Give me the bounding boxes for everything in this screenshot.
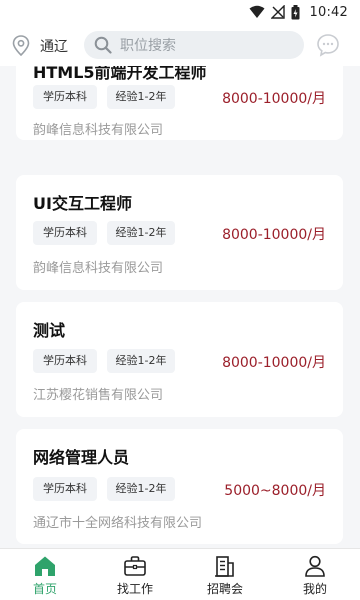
tab-label: 首页 xyxy=(32,582,57,596)
company-name: 韵峰信息科技有限公司 xyxy=(33,123,164,138)
education-tag: 学历本科 xyxy=(33,477,97,501)
battery-icon xyxy=(291,4,300,19)
job-title: HTML5前端开发工程师 xyxy=(33,66,207,82)
job-card[interactable]: 测试 学历本科 经验1-2年 8000-10000/月 江苏樱花销售有限公司 xyxy=(16,302,343,417)
education-tag: 学历本科 xyxy=(33,85,97,109)
company-name: 江苏樱花销售有限公司 xyxy=(33,388,164,403)
job-card[interactable]: HTML5前端开发工程师 学历本科 经验1-2年 8000-10000/月 韵峰… xyxy=(16,66,343,140)
experience-tag: 经验1-2年 xyxy=(107,85,175,109)
job-title: 测试 xyxy=(33,321,66,340)
job-title: 网络管理人员 xyxy=(33,448,130,467)
experience-tag: 经验1-2年 xyxy=(107,221,175,245)
tab-profile[interactable]: 我的 xyxy=(270,549,360,600)
tab-job-fair[interactable]: 招聘会 xyxy=(180,549,270,600)
bottom-tab-bar: 首页 找工作 招聘会 我的 xyxy=(0,548,360,600)
search-input[interactable]: 职位搜索 xyxy=(84,31,304,59)
search-placeholder: 职位搜索 xyxy=(120,38,176,54)
education-tag: 学历本科 xyxy=(33,221,97,245)
status-time: 10:42 xyxy=(309,4,348,20)
tab-home[interactable]: 首页 xyxy=(0,549,90,600)
location-label[interactable]: 通辽 xyxy=(40,36,68,56)
job-title: UI交互工程师 xyxy=(33,194,132,213)
job-card[interactable]: UI交互工程师 学历本科 经验1-2年 8000-10000/月 韵峰信息科技有… xyxy=(16,175,343,290)
salary-label: 8000-10000/月 xyxy=(222,91,326,107)
top-header: 通辽 职位搜索 xyxy=(0,24,360,66)
salary-label: 8000-10000/月 xyxy=(222,355,326,371)
experience-tag: 经验1-2年 xyxy=(107,349,175,373)
briefcase-icon xyxy=(124,556,146,576)
building-icon xyxy=(215,556,234,577)
search-icon xyxy=(94,36,112,54)
message-icon[interactable] xyxy=(316,33,340,57)
home-icon xyxy=(35,556,55,576)
tab-label: 找工作 xyxy=(116,582,153,596)
tab-label: 招聘会 xyxy=(206,582,243,596)
job-list[interactable]: HTML5前端开发工程师 学历本科 经验1-2年 8000-10000/月 韵峰… xyxy=(0,66,360,548)
company-name: 通辽市十全网络科技有限公司 xyxy=(33,516,203,531)
tab-find-job[interactable]: 找工作 xyxy=(90,549,180,600)
status-bar: 10:42 xyxy=(0,0,360,24)
signal-icon xyxy=(270,5,285,19)
salary-label: 8000-10000/月 xyxy=(222,227,326,243)
education-tag: 学历本科 xyxy=(33,349,97,373)
company-name: 韵峰信息科技有限公司 xyxy=(33,261,164,276)
tab-label: 我的 xyxy=(302,582,327,596)
job-card[interactable]: 网络管理人员 学历本科 经验1-2年 5000~8000/月 通辽市十全网络科技… xyxy=(16,429,343,544)
salary-label: 5000~8000/月 xyxy=(224,483,326,499)
person-icon xyxy=(305,555,325,577)
experience-tag: 经验1-2年 xyxy=(107,477,175,501)
wifi-icon xyxy=(249,5,265,18)
location-pin-icon[interactable] xyxy=(12,35,30,56)
